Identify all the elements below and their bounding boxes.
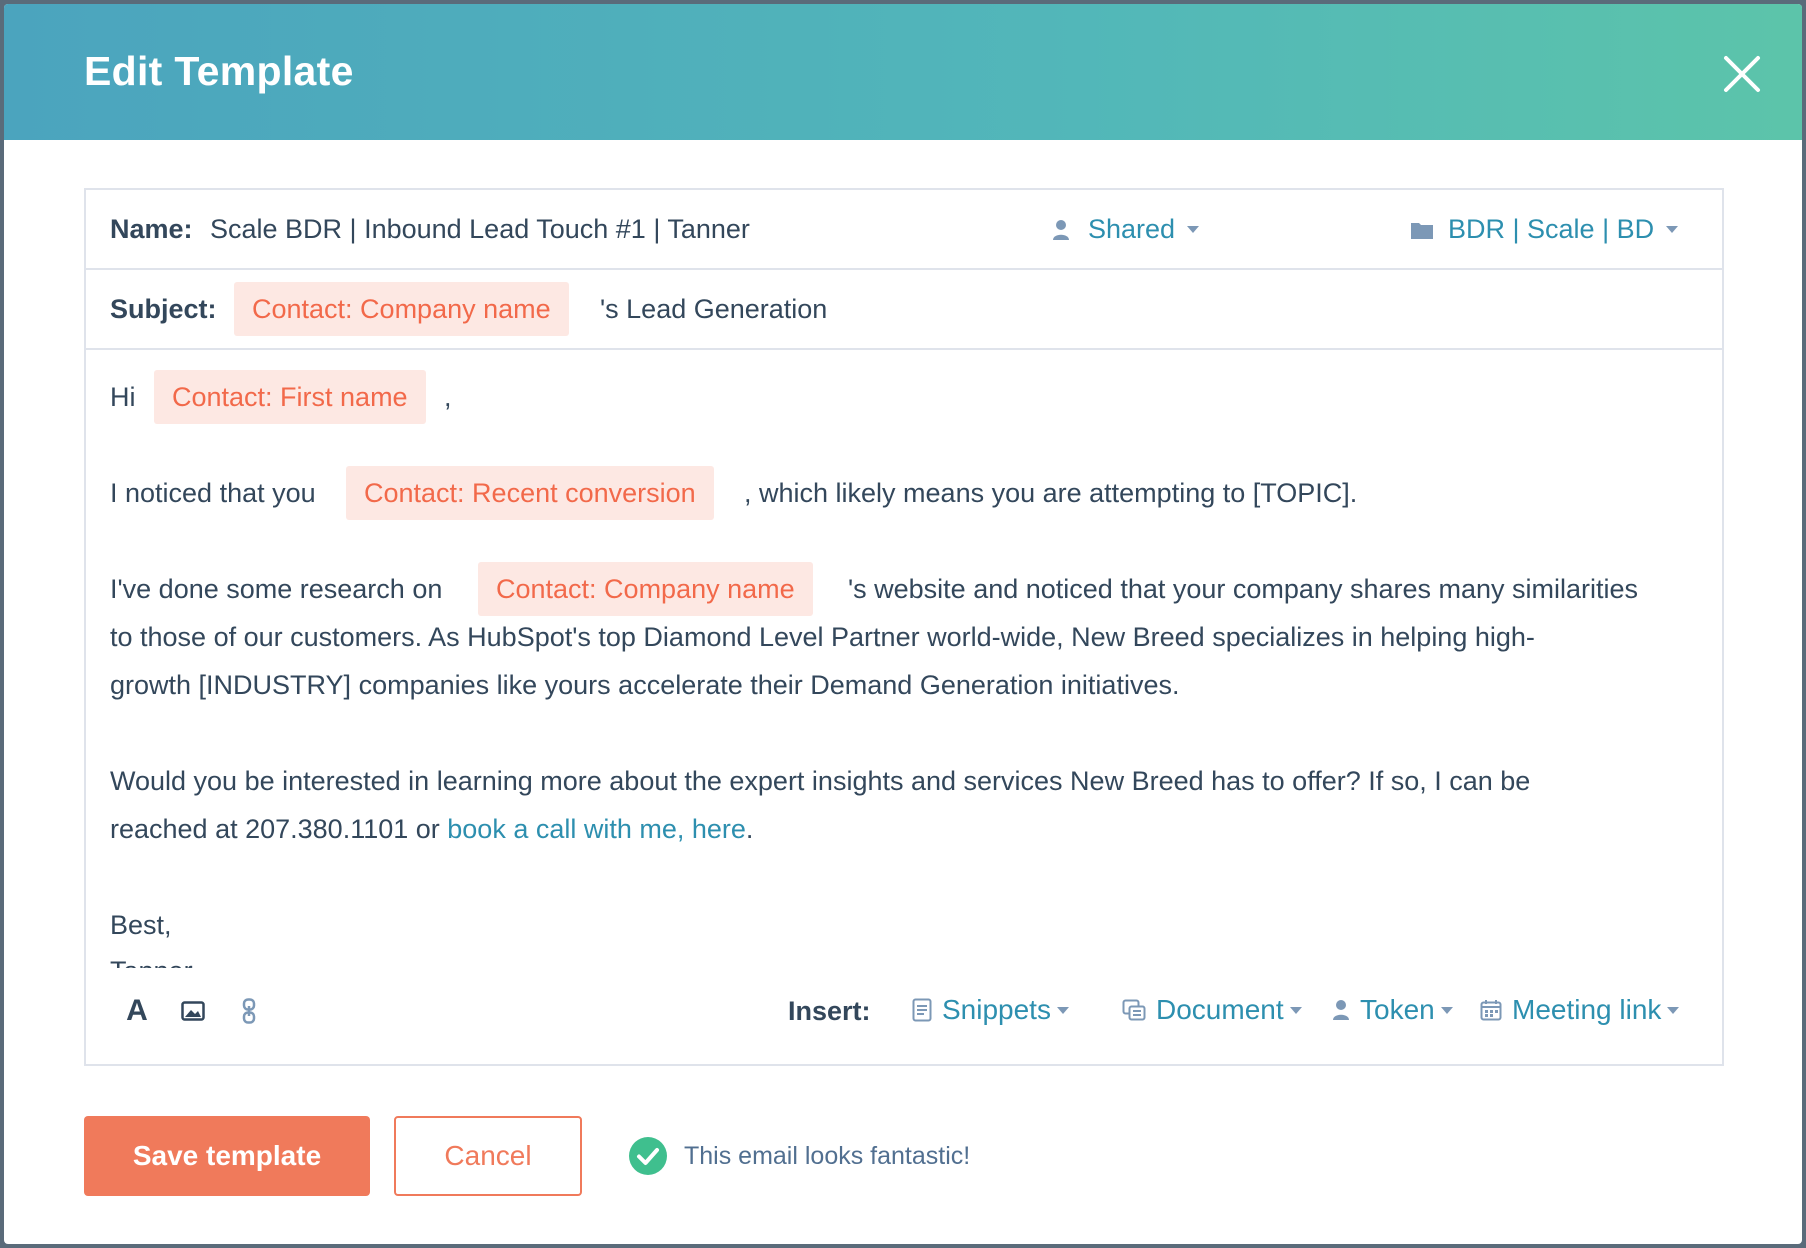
insert-image-button[interactable] — [176, 994, 210, 1028]
snippets-icon — [912, 998, 932, 1022]
close-button[interactable] — [1720, 52, 1764, 96]
image-icon — [181, 1001, 205, 1021]
modal-header: Edit Template — [4, 4, 1802, 140]
snippets-dropdown[interactable]: Snippets — [912, 994, 1069, 1026]
insert-label: Insert: — [788, 996, 871, 1026]
chevron-down-icon — [1289, 1006, 1302, 1014]
subject-label: Subject: — [110, 294, 217, 324]
paragraph-3-line-1: Would you be interested in learning more… — [110, 766, 1531, 796]
modal-footer: Save template Cancel This email looks fa… — [4, 1116, 1802, 1196]
template-editor: Name: Scale BDR | Inbound Lead Touch #1 … — [84, 188, 1724, 1066]
token-label: Token — [1360, 994, 1435, 1025]
paragraph-2-line-1-end: 's website and noticed that your company… — [848, 574, 1639, 604]
document-label: Document — [1156, 994, 1284, 1025]
chevron-down-icon — [1440, 1006, 1453, 1014]
insert-link-button[interactable] — [232, 994, 266, 1028]
meeting-link-label: Meeting link — [1512, 994, 1662, 1025]
editor-toolbar: A Insert: Snippets Document Token Meetin… — [86, 968, 1722, 1064]
chevron-down-icon — [1666, 226, 1679, 233]
chevron-down-icon — [1187, 226, 1200, 233]
user-icon — [1332, 999, 1350, 1021]
paragraph-2-start: I've done some research on — [110, 574, 443, 604]
folder-icon — [1410, 220, 1434, 240]
snippets-label: Snippets — [942, 994, 1051, 1025]
token-dropdown[interactable]: Token — [1332, 994, 1453, 1026]
folder-label: BDR | Scale | BD — [1448, 214, 1655, 244]
token-company-name[interactable]: Contact: Company name — [478, 562, 813, 616]
subject-row: Subject: Contact: Company name 's Lead G… — [86, 270, 1722, 350]
document-icon — [1122, 999, 1146, 1021]
paragraph-1-start: I noticed that you — [110, 478, 316, 508]
subject-token-company-name[interactable]: Contact: Company name — [234, 282, 569, 336]
name-label: Name: — [110, 214, 193, 244]
name-field[interactable]: Scale BDR | Inbound Lead Touch #1 | Tann… — [210, 214, 750, 245]
modal-title: Edit Template — [84, 48, 354, 94]
subject-text[interactable]: 's Lead Generation — [600, 294, 827, 325]
email-status: This email looks fantastic! — [628, 1136, 970, 1176]
greeting-comma: , — [444, 382, 452, 412]
document-dropdown[interactable]: Document — [1122, 994, 1302, 1026]
close-icon — [1724, 56, 1760, 92]
signature-text: Tanner — [110, 956, 193, 968]
link-icon — [242, 998, 256, 1024]
user-icon — [1052, 219, 1070, 241]
book-call-link[interactable]: book a call with me, here — [447, 814, 746, 844]
sharing-label: Shared — [1088, 214, 1176, 244]
token-recent-conversion[interactable]: Contact: Recent conversion — [346, 466, 714, 520]
meeting-link-dropdown[interactable]: Meeting link — [1480, 994, 1680, 1026]
paragraph-1-end: , which likely means you are attempting … — [744, 478, 1358, 508]
text-format-icon: A — [126, 994, 148, 1027]
check-circle-icon — [629, 1137, 667, 1175]
paragraph-2-line-3: growth [INDUSTRY] companies like yours a… — [110, 670, 1180, 700]
chevron-down-icon — [1056, 1006, 1069, 1014]
sharing-dropdown[interactable]: Shared — [1052, 214, 1200, 245]
paragraph-2-line-2: to those of our customers. As HubSpot's … — [110, 622, 1535, 652]
name-row: Name: Scale BDR | Inbound Lead Touch #1 … — [86, 190, 1722, 270]
cancel-button[interactable]: Cancel — [394, 1116, 582, 1196]
format-button[interactable]: A — [120, 994, 154, 1028]
folder-dropdown[interactable]: BDR | Scale | BD — [1410, 214, 1679, 245]
paragraph-3-line-2-end: . — [745, 814, 754, 844]
calendar-icon — [1480, 999, 1502, 1021]
email-body[interactable]: Hi Contact: First name , I noticed that … — [86, 350, 1722, 968]
paragraph-3-line-2: reached at 207.380.1101 or book a call w… — [110, 814, 753, 845]
chevron-down-icon — [1667, 1006, 1680, 1014]
status-text: This email looks fantastic! — [684, 1141, 971, 1170]
token-first-name[interactable]: Contact: First name — [154, 370, 426, 424]
edit-template-modal: Edit Template Name: Scale BDR | Inbound … — [4, 4, 1802, 1244]
signoff-text: Best, — [110, 910, 172, 940]
save-template-button[interactable]: Save template — [84, 1116, 370, 1196]
paragraph-3-line-2-start: reached at 207.380.1101 or — [110, 814, 448, 844]
greeting-text: Hi — [110, 382, 136, 412]
